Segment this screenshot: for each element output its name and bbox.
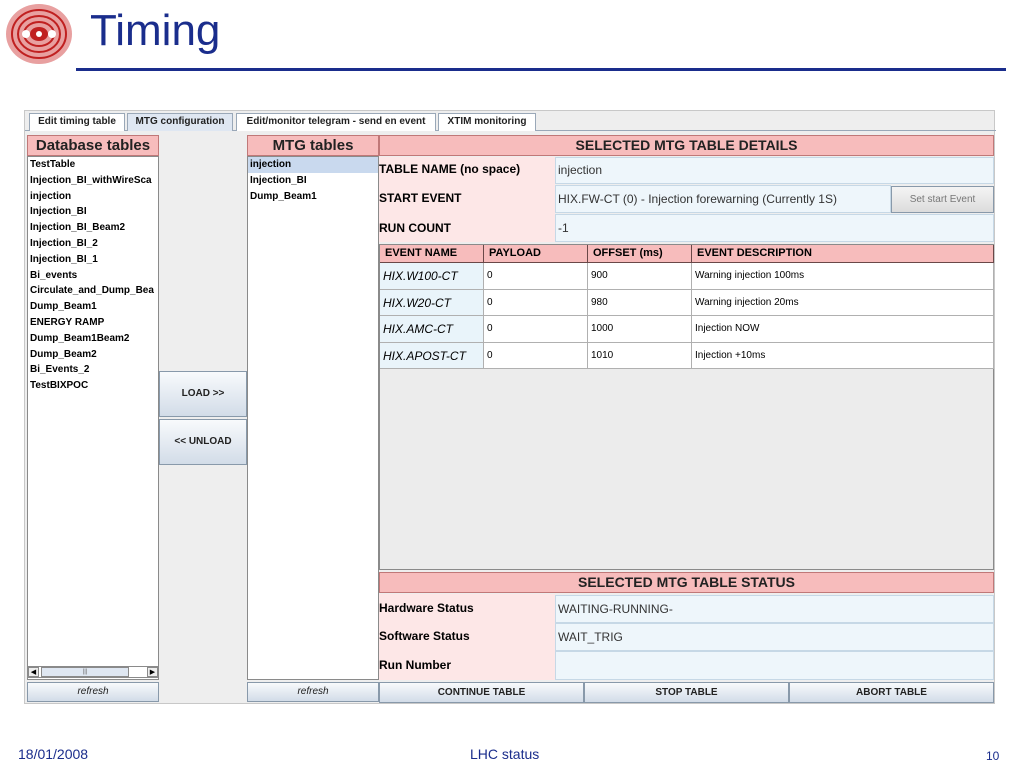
table-cell[interactable]: Warning injection 100ms [692, 263, 994, 290]
details-header: SELECTED MTG TABLE DETAILS [379, 135, 994, 156]
mtg-application-window: Edit timing table MTG configuration Edit… [24, 110, 996, 704]
list-item[interactable]: Injection_BI [248, 173, 378, 189]
list-item[interactable]: Dump_Beam1 [28, 299, 158, 315]
column-header[interactable]: EVENT NAME [380, 245, 484, 263]
list-item[interactable]: Injection_BI_Beam2 [28, 220, 158, 236]
table-cell[interactable]: 0 [484, 316, 588, 343]
title-rule [76, 68, 1006, 71]
table-cell[interactable]: 1000 [588, 316, 692, 343]
mtg-tables-list[interactable]: injection Injection_BI Dump_Beam1 [247, 156, 379, 680]
column-header[interactable]: OFFSET (ms) [588, 245, 692, 263]
list-item[interactable]: ENERGY RAMP [28, 315, 158, 331]
continue-table-button[interactable]: CONTINUE TABLE [379, 682, 584, 703]
table-cell[interactable]: HIX.W20-CT [380, 289, 484, 316]
list-item[interactable]: TestBIXPOC [28, 378, 158, 394]
database-tables-header: Database tables [27, 135, 159, 156]
list-item[interactable]: TestTable [28, 157, 158, 173]
software-status-value: WAIT_TRIG [555, 623, 994, 651]
list-item[interactable]: injection [28, 189, 158, 205]
table-cell[interactable]: HIX.W100-CT [380, 263, 484, 290]
load-button[interactable]: LOAD >> [159, 371, 247, 417]
table-name-label: TABLE NAME (no space) [379, 162, 521, 176]
database-tables-list[interactable]: TestTable Injection_BI_withWireSca injecti… [27, 156, 159, 680]
table-name-input[interactable]: injection [555, 157, 994, 184]
table-row[interactable]: HIX.AMC-CT 0 1000 Injection NOW [380, 316, 994, 343]
hardware-status-label: Hardware Status [379, 601, 474, 615]
footer-title: LHC status [470, 746, 540, 762]
tab-edit-monitor-telegram[interactable]: Edit/monitor telegram - send en event [236, 113, 436, 131]
tab-edit-timing-table[interactable]: Edit timing table [29, 113, 125, 131]
scroll-left-icon[interactable]: ◀ [28, 667, 39, 677]
abort-table-button[interactable]: ABORT TABLE [789, 682, 994, 703]
stop-table-button[interactable]: STOP TABLE [584, 682, 789, 703]
column-header[interactable]: EVENT DESCRIPTION [692, 245, 994, 263]
list-item[interactable]: Dump_Beam1 [248, 189, 378, 205]
list-item[interactable]: Injection_BI_withWireSca [28, 173, 158, 189]
database-refresh-button[interactable]: refresh [27, 682, 159, 702]
run-number-value [555, 651, 994, 680]
table-cell[interactable]: 1010 [588, 342, 692, 369]
hardware-status-value: WAITING-RUNNING- [555, 595, 994, 623]
list-item[interactable]: Circulate_and_Dump_Bea [28, 283, 158, 299]
column-header[interactable]: PAYLOAD [484, 245, 588, 263]
list-item[interactable]: Injection_BI_2 [28, 236, 158, 252]
scroll-thumb[interactable]: ||| [41, 667, 129, 677]
database-list-hscrollbar[interactable]: ◀ ||| ▶ [27, 666, 159, 678]
table-cell[interactable]: Injection +10ms [692, 342, 994, 369]
table-cell[interactable]: 0 [484, 289, 588, 316]
list-item[interactable]: Injection_BI_1 [28, 252, 158, 268]
table-cell[interactable]: HIX.AMC-CT [380, 316, 484, 343]
list-item[interactable]: Bi_Events_2 [28, 362, 158, 378]
mtg-refresh-button[interactable]: refresh [247, 682, 379, 702]
table-cell[interactable]: 0 [484, 342, 588, 369]
list-item[interactable]: Injection_BI [28, 204, 158, 220]
list-item[interactable]: Dump_Beam1Beam2 [28, 331, 158, 347]
start-event-value: HIX.FW-CT (0) - Injection forewarning (C… [555, 185, 891, 213]
run-count-label: RUN COUNT [379, 221, 451, 235]
list-item[interactable]: Bi_events [28, 268, 158, 284]
unload-button[interactable]: << UNLOAD [159, 419, 247, 465]
mtg-tables-header: MTG tables [247, 135, 379, 156]
tab-xtim-monitoring[interactable]: XTIM monitoring [438, 113, 536, 131]
table-cell[interactable]: Injection NOW [692, 316, 994, 343]
table-cell[interactable]: HIX.APOST-CT [380, 342, 484, 369]
table-row[interactable]: HIX.W20-CT 0 980 Warning injection 20ms [380, 289, 994, 316]
list-item[interactable]: Dump_Beam2 [28, 347, 158, 363]
page-number: 10 [986, 749, 1000, 763]
table-cell[interactable]: 0 [484, 263, 588, 290]
lhc-logo [4, 2, 74, 66]
run-count-input[interactable]: -1 [555, 214, 994, 242]
footer-date: 18/01/2008 [18, 746, 89, 762]
list-item[interactable]: injection [248, 157, 378, 173]
run-number-label: Run Number [379, 658, 451, 672]
software-status-label: Software Status [379, 629, 470, 643]
status-header: SELECTED MTG TABLE STATUS [379, 572, 994, 593]
table-cell[interactable]: 900 [588, 263, 692, 290]
start-event-label: START EVENT [379, 191, 462, 205]
table-cell[interactable]: Warning injection 20ms [692, 289, 994, 316]
table-cell[interactable]: 980 [588, 289, 692, 316]
set-start-event-button[interactable]: Set start Event [891, 186, 994, 213]
tab-bar: Edit timing table MTG configuration Edit… [25, 111, 996, 131]
slide-title: Timing [90, 6, 221, 55]
table-row[interactable]: HIX.W100-CT 0 900 Warning injection 100ms [380, 263, 994, 290]
scroll-right-icon[interactable]: ▶ [147, 667, 158, 677]
events-table: EVENT NAME PAYLOAD OFFSET (ms) EVENT DES… [379, 244, 994, 570]
tab-mtg-configuration[interactable]: MTG configuration [127, 113, 233, 131]
table-row[interactable]: HIX.APOST-CT 0 1010 Injection +10ms [380, 342, 994, 369]
